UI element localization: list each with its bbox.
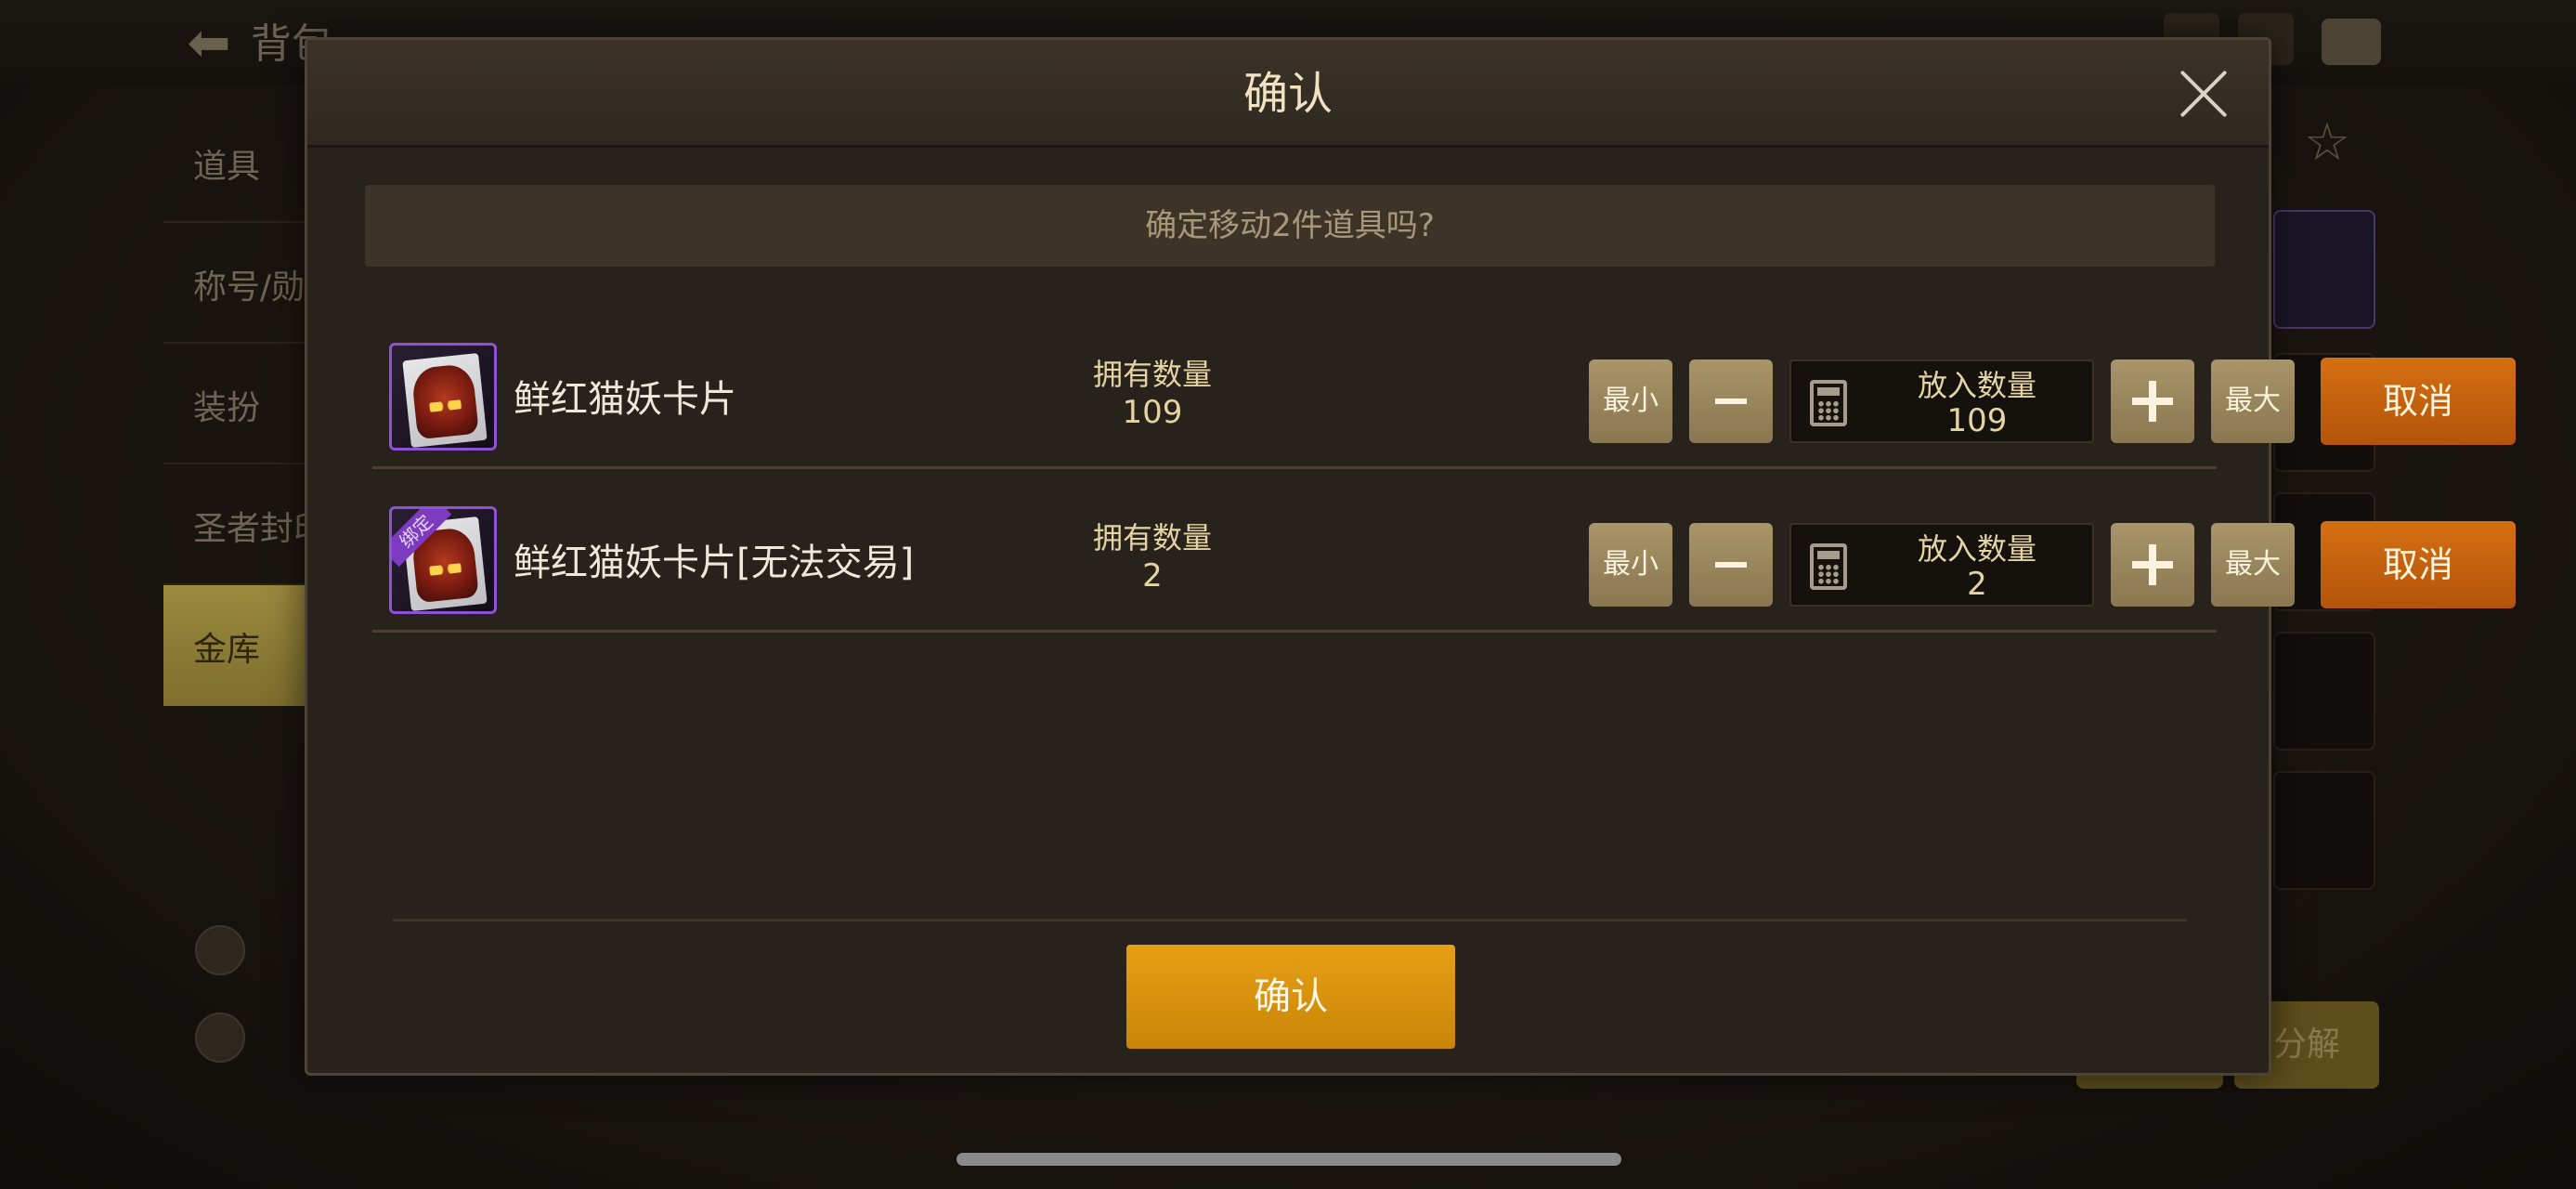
cancel-button[interactable]: 取消 [2321, 521, 2516, 608]
inventory-slot [2273, 771, 2375, 890]
back-arrow-icon: ⬅ [187, 13, 231, 73]
put-label: 放入数量 [1917, 531, 2036, 567]
item-row: 鲜红猫妖卡片 拥有数量 109 最小 放入数量 109 最大 取消 [372, 309, 2516, 469]
filter-icon [195, 1013, 245, 1063]
inventory-slot [2273, 210, 2375, 329]
min-button[interactable]: 最小 [1589, 523, 1672, 607]
card-art [402, 352, 488, 448]
decrease-button[interactable] [1689, 523, 1773, 607]
put-quantity-field[interactable]: 放入数量 109 [1789, 359, 2094, 443]
confirm-dialog: 确认 确定移动2件道具吗? 鲜红猫妖卡片 拥有数量 109 最小 放入数量 10… [305, 37, 2516, 1076]
put-value: 2 [1967, 566, 1987, 603]
sidebar-footer-item [195, 1013, 258, 1063]
put-quantity-field[interactable]: 放入数量 2 [1789, 523, 2094, 607]
home-indicator[interactable] [956, 1153, 1621, 1166]
dialog-title: 确认 [1242, 68, 1333, 120]
cancel-button[interactable]: 取消 [2321, 358, 2516, 445]
item-card-icon[interactable] [389, 343, 497, 451]
close-icon[interactable] [2176, 66, 2231, 122]
owned-label: 拥有数量 [1092, 357, 1212, 392]
minus-icon [1715, 562, 1747, 568]
calculator-icon[interactable] [1810, 543, 1847, 590]
item-row: 绑定 鲜红猫妖卡片[无法交易] 拥有数量 2 最小 放入数量 2 最大 取消 [372, 473, 2516, 633]
sidebar-footer-item [195, 925, 258, 975]
minus-icon [1715, 399, 1747, 404]
calculator-icon[interactable] [1810, 380, 1847, 426]
dialog-header: 确认 [307, 40, 2269, 148]
star-icon: ☆ [2303, 112, 2351, 173]
divider [393, 919, 2187, 921]
inventory-slot [2273, 632, 2375, 751]
sort-icon [195, 925, 245, 975]
put-label: 放入数量 [1917, 368, 2036, 403]
chat-icon [2322, 19, 2381, 65]
owned-quantity: 拥有数量 109 [1078, 356, 1227, 432]
confirm-button[interactable]: 确认 [1126, 945, 1455, 1049]
max-button[interactable]: 最大 [2211, 359, 2295, 443]
owned-value: 109 [1122, 394, 1183, 431]
decrease-button[interactable] [1689, 359, 1773, 443]
item-name: 鲜红猫妖卡片 [514, 378, 736, 421]
increase-button[interactable] [2111, 359, 2194, 443]
item-name: 鲜红猫妖卡片[无法交易] [514, 542, 915, 584]
max-button[interactable]: 最大 [2211, 523, 2295, 607]
min-button[interactable]: 最小 [1589, 359, 1672, 443]
confirm-question: 确定移动2件道具吗? [365, 185, 2215, 267]
owned-value: 2 [1142, 557, 1163, 594]
increase-button[interactable] [2111, 523, 2194, 607]
owned-quantity: 拥有数量 2 [1078, 519, 1227, 595]
owned-label: 拥有数量 [1092, 520, 1212, 555]
put-value: 109 [1946, 402, 2008, 439]
item-card-icon[interactable]: 绑定 [389, 506, 497, 614]
